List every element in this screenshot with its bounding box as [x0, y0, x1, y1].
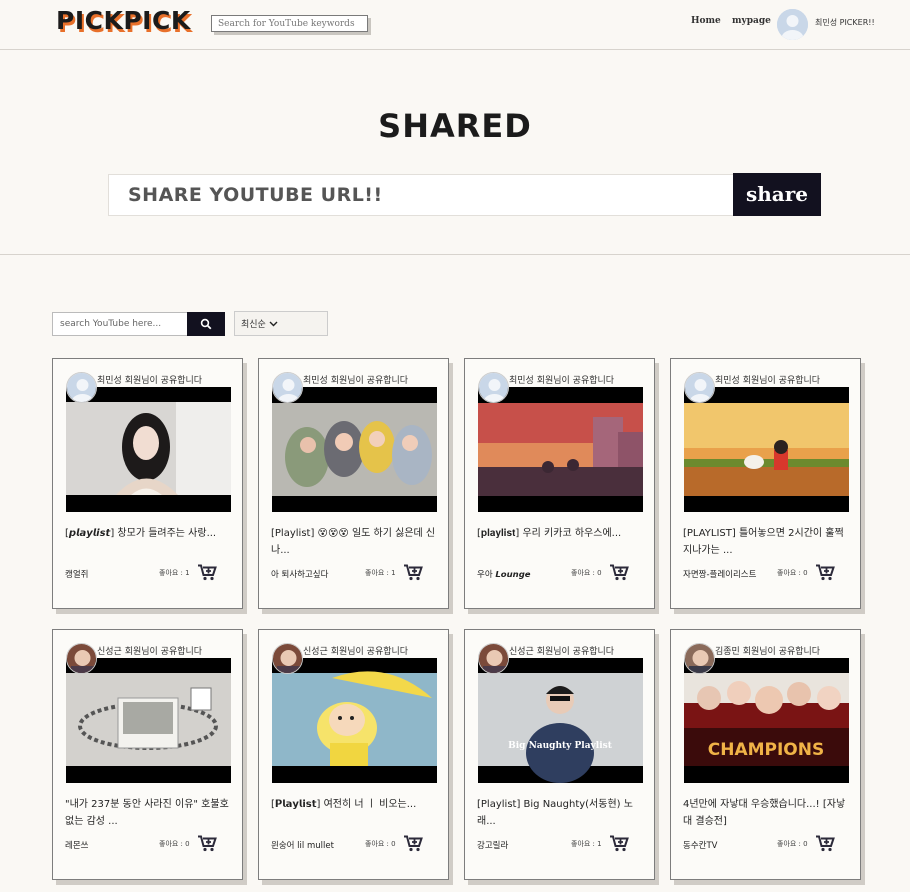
video-card[interactable]: 신성근 회원님이 공유합니다 "내가 237분 동안 사라진 이유" 호불호 없… — [52, 629, 243, 880]
card-title[interactable]: 4년만에 자낳대 우승했습니다...! [자낳대 결승전] — [683, 796, 851, 830]
nav-home-link[interactable]: Home — [691, 16, 721, 26]
card-title[interactable]: [𝗣𝗹𝗮𝘆𝗹𝗶𝘀𝘁] 여전히 너 ㅣ 비오는... — [271, 796, 439, 813]
share-button[interactable]: share — [733, 173, 821, 216]
video-thumbnail[interactable] — [66, 387, 231, 512]
video-thumbnail[interactable] — [272, 387, 437, 512]
card-title[interactable]: [𝙥𝙡𝙖𝙮𝙡𝙞𝙨𝙩] 창모가 들려주는 사랑... — [65, 525, 233, 542]
youtube-url-input[interactable]: SHARE YOUTUBE URL!! — [108, 174, 734, 216]
card-channel: 캥얼쥐 — [65, 570, 89, 580]
card-channel: 동수칸TV — [683, 841, 718, 851]
sort-select[interactable]: 최신순 — [234, 311, 328, 336]
card-likes: 좋아요 : 0 — [159, 840, 190, 848]
top-header: PICKPICK Search for YouTube keywords Hom… — [0, 0, 910, 50]
card-title[interactable]: [Playlist] Big Naughty(서동현) 노래... — [477, 796, 645, 830]
card-channel: 레몬쓰 — [65, 841, 89, 851]
card-title[interactable]: [𝐩𝐥𝐚𝐲𝐥𝐢𝐬𝐭] 우리 키카코 하우스에... — [477, 525, 645, 542]
card-sharer: 최민성 회원님이 공유합니다 — [509, 376, 615, 386]
search-icon — [200, 318, 212, 330]
sort-label: 최신순 — [241, 320, 266, 330]
card-likes: 좋아요 : 0 — [777, 840, 808, 848]
video-card[interactable]: 신성근 회원님이 공유합니다 [𝗣𝗹𝗮𝘆𝗹𝗶𝘀𝘁] 여전히 너 ㅣ 비오는...… — [258, 629, 449, 880]
share-hero: SHARED SHARE YOUTUBE URL!! share — [0, 51, 910, 255]
sharer-avatar — [272, 372, 303, 403]
video-thumbnail[interactable] — [66, 658, 231, 783]
nav-mypage-link[interactable]: mypage — [732, 16, 771, 26]
card-sharer: 신성근 회원님이 공유합니다 — [509, 647, 615, 657]
big-naughty-thumb-text: Big Naughty Playlist — [508, 741, 613, 751]
card-likes: 좋아요 : 1 — [571, 840, 602, 848]
card-title[interactable]: [PLAYLIST] 틀어놓으면 2시간이 훌쩍 지나가는 ... — [683, 525, 851, 559]
video-thumbnail[interactable] — [272, 658, 437, 783]
card-title[interactable]: "내가 237분 동안 사라진 이유" 호불호 없는 감성 ... — [65, 796, 233, 830]
video-card[interactable]: 최민성 회원님이 공유합니다 [PLAYLIST] 틀어놓으면 2시간이 훌쩍 … — [670, 358, 861, 609]
card-likes: 좋아요 : 1 — [365, 569, 396, 577]
card-sharer: 최민성 회원님이 공유합니다 — [97, 376, 203, 386]
card-channel: 윈숭어 lil mullet — [271, 841, 334, 851]
cart-plus-icon[interactable] — [815, 564, 835, 581]
card-sharer: 신성근 회원님이 공유합니다 — [97, 647, 203, 657]
video-card[interactable]: 최민성 회원님이 공유합니다 [Playlist] 😵😵😵 일도 하기 싫은데 … — [258, 358, 449, 609]
filter-search-input[interactable]: search YouTube here... — [52, 312, 188, 336]
cart-plus-icon[interactable] — [197, 835, 217, 852]
card-likes: 좋아요 : 0 — [571, 569, 602, 577]
video-card[interactable]: 최민성 회원님이 공유합니다 [𝙥𝙡𝙖𝙮𝙡𝙞𝙨𝙩] 창모가 들려주는 사랑...… — [52, 358, 243, 609]
username[interactable]: 최민성 PICKER!! — [815, 17, 875, 28]
video-thumbnail[interactable]: CHAMPIONS — [684, 658, 849, 783]
video-card[interactable]: 신성근 회원님이 공유합니다 Big Naughty Playlist [Pla… — [464, 629, 655, 880]
chevron-down-icon — [269, 321, 278, 326]
card-sharer: 최민성 회원님이 공유합니다 — [303, 376, 409, 386]
sharer-avatar — [66, 643, 97, 674]
sharer-avatar — [684, 372, 715, 403]
cart-plus-icon[interactable] — [403, 835, 423, 852]
card-channel: 아 퇴사하고싶다 — [271, 570, 329, 580]
video-card[interactable]: 최민성 회원님이 공유합니다 [𝐩𝐥𝐚𝐲𝐥𝐢𝐬𝐭] 우리 키카코 하우스에...… — [464, 358, 655, 609]
cart-plus-icon[interactable] — [197, 564, 217, 581]
cart-plus-icon[interactable] — [609, 564, 629, 581]
card-sharer: 최민성 회원님이 공유합니다 — [715, 376, 821, 386]
video-card[interactable]: 김종민 회원님이 공유합니다 CHAMPIONS 4년만에 자낳대 우승했습니다… — [670, 629, 861, 880]
page-title: SHARED — [378, 107, 532, 145]
cart-plus-icon[interactable] — [403, 564, 423, 581]
card-sharer: 김종민 회원님이 공유합니다 — [715, 647, 821, 657]
champions-thumb-text: CHAMPIONS — [708, 740, 825, 760]
card-channel: 강고릴라 — [477, 841, 509, 851]
logo[interactable]: PICKPICK — [56, 6, 191, 35]
sharer-avatar — [272, 643, 303, 674]
sharer-avatar — [66, 372, 97, 403]
cart-plus-icon[interactable] — [609, 835, 629, 852]
sharer-avatar — [478, 372, 509, 403]
sharer-avatar — [478, 643, 509, 674]
card-channel: 자면짱-플레이리스트 — [683, 570, 757, 580]
user-avatar[interactable] — [777, 9, 808, 40]
card-title[interactable]: [Playlist] 😵😵😵 일도 하기 싫은데 신나... — [271, 525, 439, 559]
top-search-input[interactable]: Search for YouTube keywords — [211, 15, 368, 32]
card-sharer: 신성근 회원님이 공유합니다 — [303, 647, 409, 657]
video-thumbnail[interactable] — [684, 387, 849, 512]
card-likes: 좋아요 : 1 — [159, 569, 190, 577]
video-thumbnail[interactable]: Big Naughty Playlist — [478, 658, 643, 783]
card-likes: 좋아요 : 0 — [777, 569, 808, 577]
filter-search-button[interactable] — [187, 312, 225, 336]
cart-plus-icon[interactable] — [815, 835, 835, 852]
card-likes: 좋아요 : 0 — [365, 840, 396, 848]
card-channel: 우아 𝙇𝙤𝙪𝙣𝙜𝙚 — [477, 570, 531, 580]
sharer-avatar — [684, 643, 715, 674]
video-thumbnail[interactable] — [478, 387, 643, 512]
